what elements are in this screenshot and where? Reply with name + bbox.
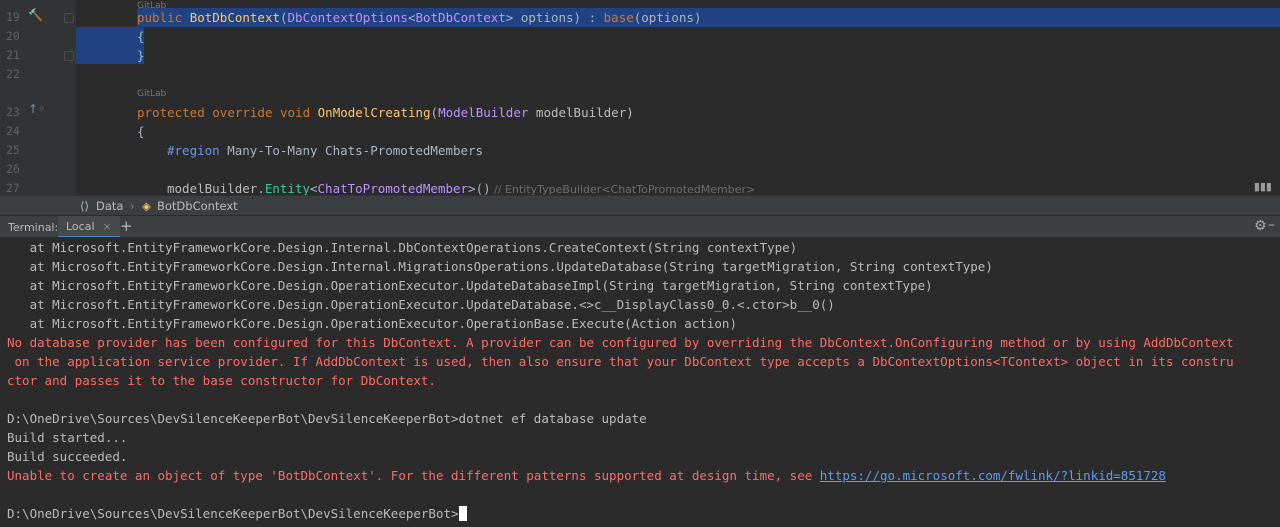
type-name: DbContextOptions — [287, 10, 408, 25]
line-number: 23 — [6, 105, 20, 119]
code-line-25[interactable]: #region Many-To-Many Chats-PromotedMembe… — [167, 141, 483, 160]
line-number: 27 — [6, 181, 20, 195]
terminal-line: at Microsoft.EntityFrameworkCore.Design.… — [7, 316, 737, 331]
line-number: 24 — [6, 124, 20, 138]
line-number: 20 — [6, 29, 20, 43]
code-line-20[interactable]: { — [137, 27, 145, 46]
tab-label: Local — [66, 219, 95, 233]
type-name: BotDbContext — [415, 10, 506, 25]
terminal-error-line: No database provider has been configured… — [7, 335, 1234, 350]
code-line-27[interactable]: modelBuilder.Entity<ChatToPromotedMember… — [167, 179, 755, 195]
line-number: 19 — [6, 10, 20, 24]
type-name: ChatToPromotedMember — [317, 181, 469, 195]
punct: < — [310, 181, 318, 195]
namespace-icon: ⟨⟩ — [80, 199, 89, 213]
add-tab-button[interactable]: + — [120, 217, 133, 235]
line-number: 25 — [6, 143, 20, 157]
terminal-line: at Microsoft.EntityFrameworkCore.Design.… — [7, 278, 933, 293]
breadcrumb: ⟨⟩ Data › ◈ BotDbContext — [0, 195, 1280, 216]
code-editor[interactable]: 19 20 21 22 23 24 25 26 27 🔨 ↑◦ GitLab G… — [0, 0, 1280, 195]
keyword: override — [212, 105, 273, 120]
class-icon: ◈ — [142, 199, 151, 213]
code-line-24[interactable]: { — [137, 122, 145, 141]
reader-mode-icon[interactable]: ▮▮▮ — [1254, 180, 1272, 193]
editor-gutter: 19 20 21 22 23 24 25 26 27 🔨 ↑◦ — [0, 0, 76, 195]
code-line-19[interactable]: public BotDbContext(DbContextOptions<Bot… — [137, 8, 701, 27]
breadcrumb-class[interactable]: BotDbContext — [157, 199, 238, 213]
terminal-line: Build started... — [7, 430, 128, 445]
keyword: protected — [137, 105, 205, 120]
punct: . — [257, 181, 265, 195]
line-number: 21 — [6, 48, 20, 62]
method-name: OnModelCreating — [317, 105, 431, 120]
variable: modelBuilder — [167, 181, 258, 195]
constructor-name: BotDbContext — [189, 10, 280, 25]
terminal-prompt-line[interactable]: D:\OneDrive\Sources\DevSilenceKeeperBot\… — [7, 504, 467, 523]
region-directive: #region — [167, 143, 220, 158]
terminal-output[interactable]: at Microsoft.EntityFrameworkCore.Design.… — [0, 237, 1280, 527]
type-name: ModelBuilder — [438, 105, 529, 120]
punct: >() — [468, 181, 491, 195]
code-text: > options) : — [505, 10, 604, 25]
keyword: public — [137, 10, 183, 25]
punct: ( — [430, 105, 439, 120]
fold-marker-icon[interactable] — [64, 51, 74, 61]
fold-marker-icon[interactable] — [64, 13, 74, 23]
code-text: (options) — [633, 10, 702, 25]
terminal-toolbar: Terminal: Local × + ⚙ – — [0, 215, 1280, 238]
code-line-21[interactable]: } — [137, 46, 145, 65]
codelens-author[interactable]: GitLab — [137, 89, 166, 99]
param-name: modelBuilder) — [528, 105, 634, 120]
keyword: void — [280, 105, 311, 120]
terminal-error-line: ctor and passes it to the base construct… — [7, 373, 436, 388]
keyword: base — [603, 10, 634, 25]
selection-highlight — [76, 27, 144, 64]
code-line-23[interactable]: protected override void OnModelCreating(… — [137, 103, 634, 122]
terminal-line: at Microsoft.EntityFrameworkCore.Design.… — [7, 297, 835, 312]
tab-local[interactable]: Local × — [58, 216, 120, 238]
terminal-error-line: on the application service provider. If … — [7, 354, 1234, 369]
close-icon[interactable]: × — [103, 220, 112, 233]
prompt-path: D:\OneDrive\Sources\DevSilenceKeeperBot\… — [7, 506, 459, 521]
docs-link[interactable]: https://go.microsoft.com/fwlink/?linkid=… — [820, 468, 1166, 483]
hammer-icon[interactable]: 🔨 — [28, 8, 43, 22]
gear-icon[interactable]: ⚙ — [1254, 218, 1267, 234]
terminal-line: at Microsoft.EntityFrameworkCore.Design.… — [7, 240, 798, 255]
terminal-line: at Microsoft.EntityFrameworkCore.Design.… — [7, 259, 993, 274]
punct: ( — [280, 10, 288, 25]
override-arrow-icon[interactable]: ↑◦ — [28, 102, 45, 116]
breadcrumb-namespace[interactable]: Data — [96, 199, 123, 213]
terminal-label: Terminal: — [8, 221, 59, 234]
error-text: Unable to create an object of type 'BotD… — [7, 468, 820, 483]
minimize-icon[interactable]: – — [1268, 217, 1275, 233]
line-number: 26 — [6, 162, 20, 176]
breadcrumb-separator: › — [130, 199, 135, 213]
text-cursor — [458, 506, 467, 521]
inlay-type-hint: // EntityTypeBuilder<ChatToPromotedMembe… — [490, 183, 756, 195]
method-name: Entity — [264, 181, 310, 195]
region-name: Many-To-Many Chats-PromotedMembers — [219, 143, 484, 158]
terminal-line: Build succeeded. — [7, 449, 128, 464]
terminal-command-line: D:\OneDrive\Sources\DevSilenceKeeperBot\… — [7, 411, 647, 426]
line-number: 22 — [6, 67, 20, 81]
terminal-error-line: Unable to create an object of type 'BotD… — [7, 466, 1166, 485]
